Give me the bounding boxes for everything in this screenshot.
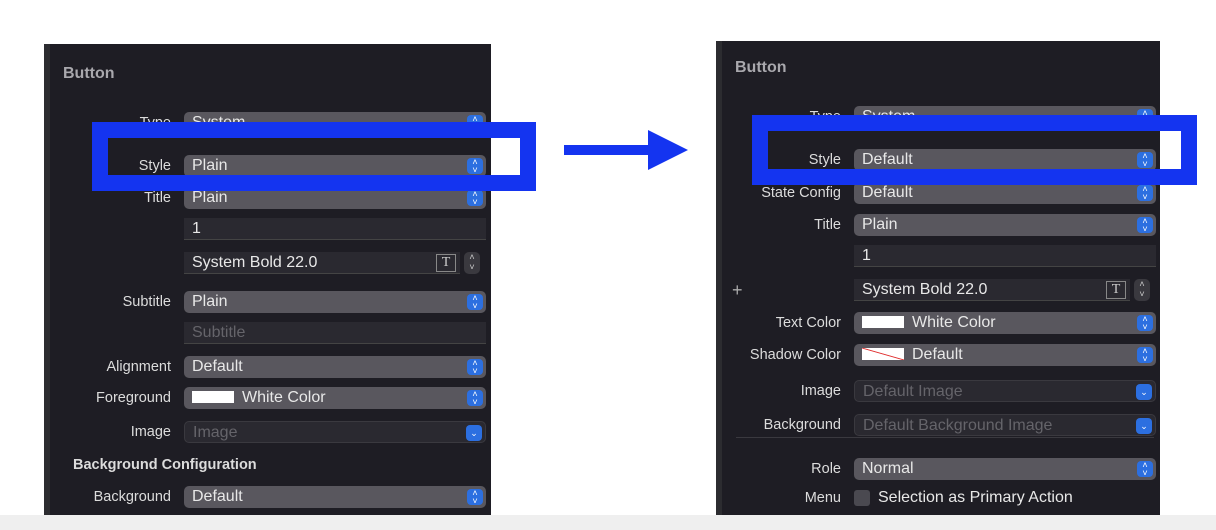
chevron-down-icon: ⌄ [1136,418,1152,434]
value: Default [192,358,243,375]
value: 1 [192,220,201,237]
shadow-color-popup[interactable]: Default ˄ ˅ [854,344,1156,366]
label-role: Role [811,461,841,477]
label-title: Title [814,217,841,233]
value: Normal [862,460,914,477]
label-menu: Menu [804,490,841,506]
up-down-chevron-icon: ˄ ˅ [1137,185,1153,202]
background-popup[interactable]: Default Background Image ⌄ [854,414,1156,436]
font-field[interactable]: System Bold 22.0 T [184,252,460,274]
label-state-config: State Config [761,185,841,201]
value: Default [192,488,243,505]
up-down-chevron-icon: ˄ ˅ [1137,347,1153,364]
section-heading: Background Configuration [73,457,257,473]
value: System Bold 22.0 [862,281,988,298]
arrow-right-icon [564,130,688,170]
font-size-stepper[interactable]: ˄ ˅ [464,252,480,274]
up-down-chevron-icon: ˄ ˅ [467,489,483,506]
value: White Color [912,314,996,331]
value: Default Image [863,383,963,400]
value: White Color [242,389,326,406]
label-shadow-color: Shadow Color [749,347,841,363]
font-picker-icon[interactable]: T [436,254,456,272]
checkbox-label: Selection as Primary Action [878,489,1073,506]
title-popup[interactable]: Plain ˄ ˅ [854,214,1156,236]
value: Subtitle [192,324,246,341]
up-down-chevron-icon: ˄ ˅ [467,359,483,376]
value: Image [193,424,238,441]
subtitle-popup[interactable]: Plain ˄ ˅ [184,291,486,313]
bottom-bar [0,515,1216,530]
up-down-chevron-icon: ˄ ˅ [1137,315,1153,332]
label-foreground: Foreground [96,390,171,406]
up-down-chevron-icon: ˄ ˅ [467,294,483,311]
section-divider [736,437,1154,438]
background-popup[interactable]: Default ˄ ˅ [184,486,486,508]
label-image: Image [800,383,841,399]
label-background: Background [93,489,171,505]
field-field[interactable]: 1 [854,245,1156,267]
value: Plain [192,293,228,310]
highlight-box-after [752,115,1197,185]
value: Plain [192,189,228,206]
alignment-popup[interactable]: Default ˄ ˅ [184,356,486,378]
image-popup[interactable]: Image ⌄ [184,421,486,443]
panel-title: Button [735,59,787,76]
chevron-down-icon: ⌄ [466,425,482,441]
dimfield-field[interactable]: Subtitle [184,322,486,344]
color-swatch [862,316,904,328]
up-down-chevron-icon: ˄ ˅ [467,390,483,407]
image-popup[interactable]: Default Image ⌄ [854,380,1156,402]
label-image: Image [130,424,171,440]
value: Default [912,346,963,363]
up-down-chevron-icon: ˄ ˅ [467,190,483,207]
up-down-chevron-icon: ˄ ˅ [1137,461,1153,478]
inspector-panel-after: Button Type System ˄ ˅ Style Default ˄ ˅ State C… [716,41,1160,515]
add-variation-icon[interactable]: + [732,280,743,301]
value: 1 [862,247,871,264]
foreground-popup[interactable]: White Color ˄ ˅ [184,387,486,409]
up-down-chevron-icon: ˄ ˅ [1137,217,1153,234]
font-picker-icon[interactable]: T [1106,281,1126,299]
chevron-down-icon: ⌄ [1136,384,1152,400]
panel-title: Button [63,65,115,82]
value: System Bold 22.0 [192,254,318,271]
field-field[interactable]: 1 [184,218,486,240]
value: Default Background Image [863,417,1053,434]
value: Default [862,184,913,201]
font-size-stepper[interactable]: ˄ ˅ [1134,279,1150,301]
role-popup[interactable]: Normal ˄ ˅ [854,458,1156,480]
text-color-popup[interactable]: White Color ˄ ˅ [854,312,1156,334]
color-swatch [862,348,904,360]
--field[interactable]: System Bold 22.0 T [854,279,1130,301]
state-config-popup[interactable]: Default ˄ ˅ [854,182,1156,204]
label-title: Title [144,190,171,206]
color-swatch [192,391,234,403]
label-background: Background [763,417,841,433]
checkbox-menu[interactable] [854,490,870,506]
label-alignment: Alignment [106,359,171,375]
label-subtitle: Subtitle [122,294,171,310]
inspector-panel-before: Button Type System ˄ ˅ Style Plain ˄ ˅ Title Plai… [44,44,491,515]
label-text-color: Text Color [775,315,841,331]
highlight-box-before [92,122,536,191]
value: Plain [862,216,898,233]
